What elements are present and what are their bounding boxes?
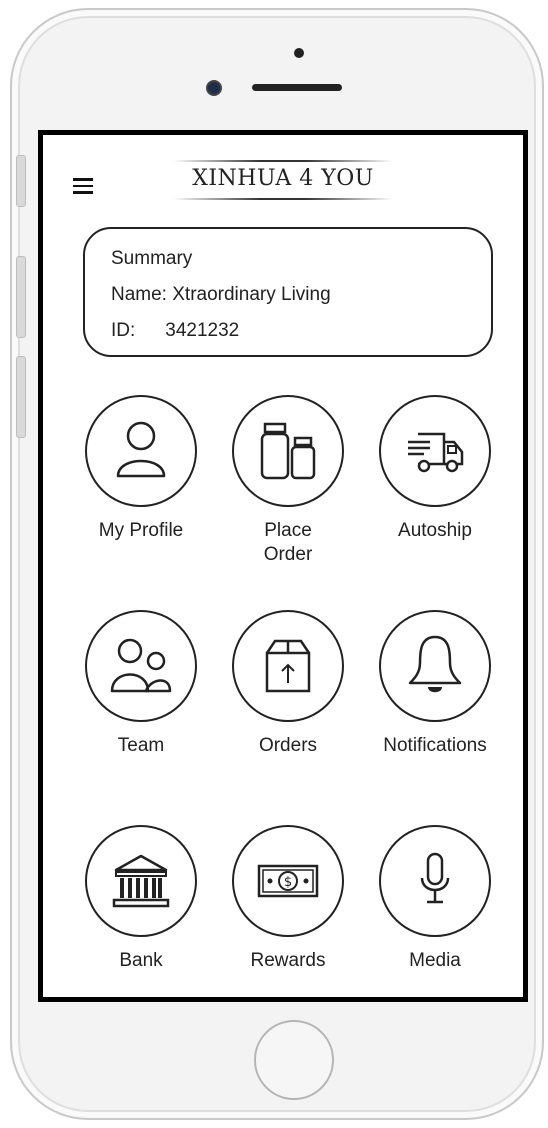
earpiece-speaker — [252, 84, 342, 91]
svg-text:$: $ — [284, 875, 292, 890]
side-button-volume-down — [16, 356, 26, 438]
tile-label-media: Media — [409, 950, 461, 971]
bank-circle[interactable] — [85, 825, 197, 937]
home-button[interactable] — [254, 1020, 334, 1100]
logo-text: XINHUA 4 YOU — [192, 166, 374, 191]
front-camera — [206, 80, 222, 96]
tile-autoship[interactable]: Autoship — [370, 395, 500, 543]
tile-rewards[interactable]: $ Rewards — [223, 825, 353, 973]
bottles-icon — [260, 422, 316, 480]
bell-icon — [408, 635, 462, 693]
tile-label-my-profile: My Profile — [98, 520, 184, 541]
media-circle[interactable] — [379, 825, 491, 937]
tile-label-orders: Orders — [258, 735, 318, 756]
tile-place-order[interactable]: Place Order — [223, 395, 353, 567]
summary-card: Summary Name: Xtraordinary Living ID: 342… — [83, 227, 493, 357]
package-icon — [265, 639, 311, 693]
side-button-mute — [16, 155, 26, 207]
summary-name: Name: Xtraordinary Living — [111, 284, 331, 305]
rewards-circle[interactable]: $ — [232, 825, 344, 937]
place-order-circle[interactable] — [232, 395, 344, 507]
money-bill-icon: $ — [257, 864, 319, 898]
autoship-circle[interactable] — [379, 395, 491, 507]
tile-label-autoship: Autoship — [398, 520, 472, 541]
delivery-truck-icon — [408, 432, 464, 473]
id-value: 3421232 — [165, 320, 240, 341]
id-label: ID: — [111, 320, 136, 341]
team-circle[interactable] — [85, 610, 197, 722]
app-logo: XINHUA 4 YOU — [173, 159, 393, 203]
tile-label-team: Team — [117, 735, 165, 756]
tile-team[interactable]: Team — [76, 610, 206, 758]
side-button-volume-up — [16, 256, 26, 338]
person-icon — [116, 421, 166, 478]
tile-label-notifications: Notifications — [383, 735, 487, 756]
hamburger-menu-icon[interactable] — [73, 178, 93, 194]
tile-notifications[interactable]: Notifications — [370, 610, 500, 758]
tile-orders[interactable]: Orders — [223, 610, 353, 758]
summary-heading: Summary — [111, 248, 193, 269]
orders-circle[interactable] — [232, 610, 344, 722]
bank-icon — [112, 854, 170, 908]
my-profile-circle[interactable] — [85, 395, 197, 507]
tile-my-profile[interactable]: My Profile — [76, 395, 206, 543]
summary-id: ID: 3421232 — [111, 313, 491, 349]
sensor-dot — [294, 48, 304, 58]
microphone-icon — [420, 852, 450, 904]
tile-bank[interactable]: Bank — [76, 825, 206, 973]
notifications-circle[interactable] — [379, 610, 491, 722]
app-screen: XINHUA 4 YOU Summary Name: Xtraordinary … — [38, 130, 528, 1002]
tile-media[interactable]: Media — [370, 825, 500, 973]
tile-label-place-order: Place Order — [263, 520, 313, 565]
tile-label-bank: Bank — [119, 950, 163, 971]
tile-label-rewards: Rewards — [250, 950, 326, 971]
team-icon — [110, 638, 172, 693]
